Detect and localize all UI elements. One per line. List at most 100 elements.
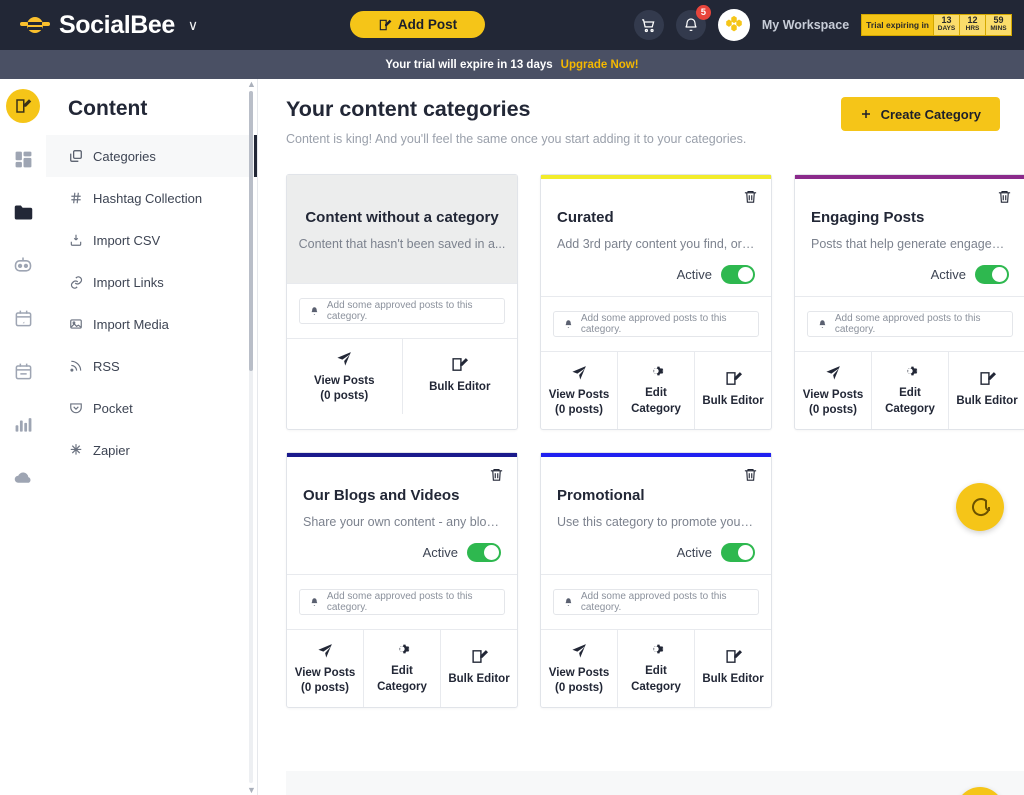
active-label: Active <box>676 545 712 561</box>
notifications-button[interactable]: 5 <box>675 5 711 40</box>
bulk-editor-button[interactable]: Bulk Editor <box>695 630 771 707</box>
card-active-row: Active <box>303 543 501 563</box>
rail-calendar-edit-icon[interactable] <box>6 301 40 335</box>
rail-cloud-icon[interactable] <box>6 460 40 494</box>
rail-compose-icon[interactable] <box>6 89 40 123</box>
delete-category-button[interactable] <box>743 189 758 207</box>
add-post-button[interactable]: Add Post <box>350 11 485 38</box>
edit-category-label: Edit Category <box>885 387 935 415</box>
app-root: SocialBee ∨ Add Post 5 My Workspace Tria… <box>0 0 1024 795</box>
edit-category-button[interactable]: Edit Category <box>618 630 695 708</box>
card-header: Curated Add 3rd party content you find, … <box>541 179 771 296</box>
active-toggle[interactable] <box>721 543 755 563</box>
edit-category-button[interactable]: Edit Category <box>872 352 949 430</box>
rail-calendar-icon[interactable] <box>6 354 40 388</box>
bulk-edit-icon <box>725 650 742 664</box>
add-post-label: Add Post <box>397 17 458 32</box>
trial-days-unit: DAYS <box>937 25 956 33</box>
rail-folder-icon[interactable] <box>6 195 40 229</box>
active-toggle[interactable] <box>467 543 501 563</box>
workspace-avatar[interactable] <box>717 9 750 41</box>
card-notice: Add some approved posts to this category… <box>553 589 759 616</box>
sidebar-item-label: RSS <box>93 358 120 374</box>
delete-category-button[interactable] <box>489 467 504 485</box>
plus-icon <box>861 110 870 118</box>
trial-banner-text: Your trial will expire in 13 days <box>385 58 553 71</box>
trial-banner: Your trial will expire in 13 days Upgrad… <box>0 50 1024 79</box>
scroll-down-arrow[interactable]: ▼ <box>247 785 256 795</box>
delete-category-button[interactable] <box>997 189 1012 207</box>
sidebar-item-label: Pocket <box>93 400 133 416</box>
workspace-name[interactable]: My Workspace <box>762 18 849 32</box>
view-posts-button[interactable]: View Posts (0 posts) <box>541 630 618 708</box>
card-notice: Add some approved posts to this category… <box>299 589 505 616</box>
scrollbar-thumb[interactable] <box>249 91 253 371</box>
bell-icon <box>311 307 318 315</box>
brand-logo[interactable]: SocialBee ∨ <box>0 11 198 40</box>
view-posts-count: (0 posts) <box>555 681 603 694</box>
rail-robot-icon[interactable] <box>6 248 40 282</box>
edit-category-label: Edit Category <box>631 665 681 693</box>
copy-icon <box>68 149 84 163</box>
edit-category-button[interactable]: Edit Category <box>618 352 695 430</box>
card-footer: View Posts (0 posts) Edit Category Bulk … <box>541 629 771 708</box>
view-posts-button[interactable]: View Posts (0 posts) <box>541 352 618 430</box>
sidebar-item-rss[interactable]: RSS <box>46 345 257 387</box>
active-toggle[interactable] <box>975 265 1009 284</box>
scroll-up-arrow[interactable]: ▲ <box>247 79 256 89</box>
bulk-editor-button[interactable]: Bulk Editor <box>695 352 771 429</box>
bulk-editor-button[interactable]: Bulk Editor <box>949 352 1024 429</box>
category-card: Our Blogs and Videos Share your own cont… <box>286 452 518 709</box>
view-posts-button[interactable]: View Posts (0 posts) <box>287 339 403 414</box>
active-toggle[interactable] <box>721 265 755 284</box>
bulk-editor-label: Bulk Editor <box>702 673 764 686</box>
active-label: Active <box>930 267 966 282</box>
card-title: Promotional <box>557 487 645 505</box>
card-header: Our Blogs and Videos Share your own cont… <box>287 457 517 574</box>
rail-dashboard-grid-icon[interactable] <box>6 142 40 176</box>
rail-analytics-bars-icon[interactable] <box>6 407 40 441</box>
category-card: Content without a category Content that … <box>286 174 518 431</box>
sidebar-scrollbar[interactable]: ▲ ▼ <box>247 79 256 795</box>
sidebar-item-categories[interactable]: Categories <box>46 135 257 177</box>
card-notice-text: Add some approved posts to this category… <box>326 300 473 322</box>
card-title: Content without a category <box>305 209 499 226</box>
icon-rail <box>0 79 46 795</box>
card-footer: View Posts (0 posts) Edit Category Bulk … <box>795 351 1024 430</box>
card-active-row: Active <box>557 265 755 284</box>
sidebar-item-import-links[interactable]: Import Links <box>46 261 257 303</box>
cart-button[interactable] <box>633 10 664 40</box>
send-icon <box>337 352 351 366</box>
sidebar-item-hashtag-collection[interactable]: Hashtag Collection <box>46 177 257 219</box>
sidebar-item-pocket[interactable]: Pocket <box>46 387 257 429</box>
chevron-down-icon[interactable]: ∨ <box>188 17 198 34</box>
category-card: Promotional Use this category to promote… <box>540 452 772 709</box>
edit-category-button[interactable]: Edit Category <box>364 630 441 708</box>
edit-category-label: Edit Category <box>631 387 681 415</box>
delete-category-button[interactable] <box>743 467 758 485</box>
sidebar-item-import-media[interactable]: Import Media <box>46 303 257 345</box>
trial-timer-days: 13 DAYS <box>934 14 960 36</box>
category-card: Curated Add 3rd party content you find, … <box>540 174 772 431</box>
bulk-editor-button[interactable]: Bulk Editor <box>441 630 517 707</box>
sidebar-item-label: Zapier <box>93 442 130 458</box>
view-posts-button[interactable]: View Posts (0 posts) <box>287 630 364 708</box>
sidebar: Content Categories Hashtag Collection Im… <box>46 79 258 795</box>
sidebar-item-import-csv[interactable]: Import CSV <box>46 219 257 261</box>
upgrade-now-link[interactable]: Upgrade Now! <box>561 59 639 71</box>
trial-days-value: 13 <box>941 15 952 26</box>
chat-widget-button[interactable] <box>956 483 1004 531</box>
bulk-edit-icon <box>452 358 469 371</box>
sidebar-item-zapier[interactable]: Zapier <box>46 429 257 471</box>
page-title: Your content categories <box>286 97 531 121</box>
send-icon <box>825 366 840 380</box>
card-footer: View Posts (0 posts) Edit Category Bulk … <box>541 351 771 430</box>
sidebar-item-label: Import Links <box>93 274 164 290</box>
card-notice-wrap: Add some approved posts to this category… <box>287 283 517 338</box>
bulk-edit-icon <box>979 372 996 386</box>
bulk-editor-button[interactable]: Bulk Editor <box>403 339 518 414</box>
create-category-button[interactable]: Create Category <box>840 97 1000 131</box>
bulk-edit-icon <box>725 372 742 386</box>
card-notice-text: Add some approved posts to this category… <box>326 591 473 614</box>
view-posts-button[interactable]: View Posts (0 posts) <box>795 352 872 430</box>
